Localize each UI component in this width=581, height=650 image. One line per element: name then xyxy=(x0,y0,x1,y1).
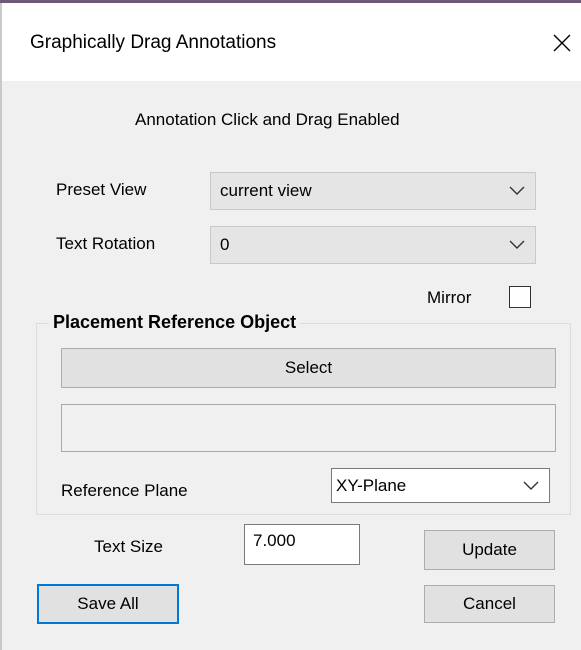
chevron-down-icon xyxy=(509,240,525,249)
reference-plane-dropdown[interactable]: XY-Plane xyxy=(331,468,550,503)
title-bar[interactable]: Graphically Drag Annotations xyxy=(2,3,581,81)
close-button[interactable] xyxy=(541,23,581,63)
preset-view-label: Preset View xyxy=(56,180,147,199)
select-button[interactable]: Select xyxy=(61,348,556,388)
chevron-down-icon xyxy=(523,481,539,490)
reference-plane-value: XY-Plane xyxy=(336,475,407,495)
window-title: Graphically Drag Annotations xyxy=(30,32,277,53)
preset-view-dropdown[interactable]: current view xyxy=(210,172,536,210)
cancel-button[interactable]: Cancel xyxy=(424,585,555,623)
selected-object-field xyxy=(61,404,556,452)
mirror-label: Mirror xyxy=(427,288,472,307)
save-all-button[interactable]: Save All xyxy=(37,584,179,624)
preset-view-value: current view xyxy=(220,181,312,200)
text-rotation-dropdown[interactable]: 0 xyxy=(210,226,536,264)
status-message: Annotation Click and Drag Enabled xyxy=(135,110,400,129)
mirror-checkbox[interactable] xyxy=(509,286,531,308)
update-button[interactable]: Update xyxy=(424,530,555,570)
text-rotation-value: 0 xyxy=(220,235,230,254)
close-icon xyxy=(553,34,571,52)
text-size-label: Text Size xyxy=(94,537,163,556)
text-rotation-label: Text Rotation xyxy=(56,234,156,253)
reference-plane-label: Reference Plane xyxy=(61,481,188,500)
text-size-input[interactable]: 7.000 xyxy=(244,524,360,565)
placement-reference-group-label: Placement Reference Object xyxy=(49,312,301,333)
chevron-down-icon xyxy=(509,186,525,195)
